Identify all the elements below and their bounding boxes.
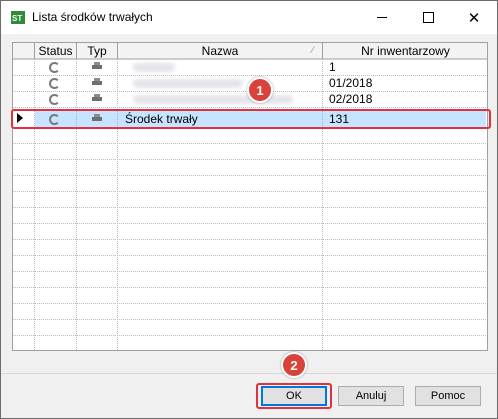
annotation-highlight-row	[11, 109, 491, 129]
annotation-badge-1: 1	[247, 77, 273, 103]
minimize-icon	[377, 17, 387, 18]
col-header-nr-inwentarzowy[interactable]: Nr inwentarzowy	[323, 43, 487, 58]
nr-cell: 02/2018	[329, 92, 373, 106]
maximize-icon	[422, 12, 434, 23]
help-button[interactable]: Pomoc	[415, 386, 481, 406]
printer-icon	[92, 78, 102, 85]
annotation-badge-2: 2	[281, 352, 307, 378]
nr-cell: 01/2018	[329, 76, 373, 90]
redacted-name	[133, 79, 243, 88]
redacted-name	[133, 63, 175, 72]
dialog-window: ST Lista środków trwałych ✕ Status Typ N…	[0, 0, 498, 419]
svg-text:ST: ST	[12, 14, 22, 23]
st-icon: ST	[11, 11, 25, 24]
col-header-nazwa[interactable]: Nazwa	[118, 43, 322, 58]
refresh-icon	[49, 94, 60, 105]
separator	[1, 373, 497, 374]
printer-icon	[92, 62, 102, 69]
col-header-status[interactable]: Status	[35, 43, 76, 58]
window-title: Lista środków trwałych	[32, 10, 153, 24]
printer-icon	[92, 94, 102, 101]
minimize-button[interactable]	[359, 1, 405, 34]
nr-cell: 1	[329, 60, 336, 74]
refresh-icon	[49, 78, 60, 89]
cancel-button[interactable]: Anuluj	[338, 386, 404, 406]
sort-indicator-icon: ⁄	[312, 45, 314, 55]
ok-button[interactable]: OK	[261, 386, 327, 406]
close-icon: ✕	[467, 9, 481, 27]
close-button[interactable]: ✕	[451, 1, 497, 34]
refresh-icon	[49, 62, 60, 73]
col-header-typ[interactable]: Typ	[77, 43, 117, 58]
title-bar: ST Lista środków trwałych ✕	[1, 1, 497, 34]
maximize-button[interactable]	[405, 1, 451, 34]
